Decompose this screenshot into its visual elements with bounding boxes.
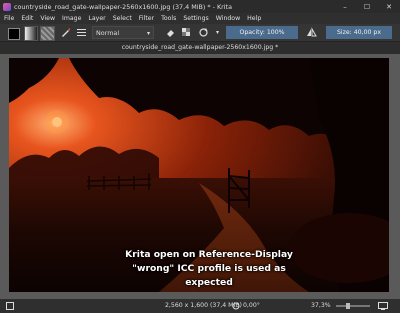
window-controls: – ☐ ✕ [334,0,400,13]
window-title: countryside_road_gate-wallpaper-2560x160… [14,2,232,11]
menu-image[interactable]: Image [62,15,81,22]
chevron-down-icon[interactable]: ▾ [212,27,223,38]
zoom-slider[interactable] [336,305,370,307]
menu-tools[interactable]: Tools [161,15,176,22]
blend-mode-select[interactable]: Normal ▾ [92,26,154,39]
tool-options-bar: Normal ▾ ▾ Opacity: 100% Size: 40,00 px [0,24,400,42]
caption-line-3: expected [185,277,233,288]
title-bar: countryside_road_gate-wallpaper-2560x160… [0,0,400,13]
menu-file[interactable]: File [4,15,14,22]
eraser-icon[interactable] [165,27,176,38]
opacity-label: Opacity: 100% [239,29,285,36]
document-tab[interactable]: countryside_road_gate-wallpaper-2560x160… [0,42,400,54]
status-bar: 2,560 x 1,600 (37,4 MiB) 0,00° 37,3% [0,299,400,313]
canvas-area[interactable]: Krita open on Reference-Display "wrong" … [0,54,400,299]
preserve-alpha-icon[interactable] [181,27,192,38]
menu-layer[interactable]: Layer [88,15,105,22]
reload-preset-icon[interactable] [198,27,209,38]
document-tab-label: countryside_road_gate-wallpaper-2560x160… [121,44,279,51]
menu-help[interactable]: Help [247,15,261,22]
zoom-value[interactable]: 37,3% [311,302,331,309]
caption-line-1: Krita open on Reference-Display [125,249,293,260]
chevron-down-icon: ▾ [146,30,150,37]
canvas-only-icon[interactable] [378,302,388,312]
selection-mode-icon[interactable] [6,302,14,312]
blend-mode-value: Normal [96,29,120,37]
caption-line-2: "wrong" ICC profile is used as [132,263,286,274]
pattern-selector-button[interactable] [40,26,55,41]
rotation-icon[interactable] [232,302,240,312]
opacity-slider[interactable]: Opacity: 100% [226,26,298,39]
mirror-icon[interactable] [306,27,317,38]
krita-logo-icon [3,2,11,11]
brush-size-slider[interactable]: Size: 40,00 px [326,26,392,39]
menu-select[interactable]: Select [113,15,132,22]
rotation-value: 0,00° [243,302,260,309]
menu-window[interactable]: Window [216,15,240,22]
image-canvas[interactable]: Krita open on Reference-Display "wrong" … [9,58,389,292]
brush-settings-icon[interactable] [76,27,87,38]
minimize-button[interactable]: – [334,0,356,13]
gradient-selector-button[interactable] [24,26,38,41]
image-dimensions: 2,560 x 1,600 (37,4 MiB) [165,302,242,309]
brush-size-label: Size: 40,00 px [336,29,382,36]
maximize-button[interactable]: ☐ [356,0,378,13]
menu-filter[interactable]: Filter [139,15,154,22]
menu-edit[interactable]: Edit [21,15,33,22]
menu-view[interactable]: View [40,15,55,22]
close-button[interactable]: ✕ [378,0,400,13]
zoom-slider-handle[interactable] [346,303,350,309]
foreground-color-swatch[interactable] [8,28,20,40]
menu-settings[interactable]: Settings [183,15,208,22]
brush-presets-icon[interactable] [60,27,71,38]
annotation-caption: Krita open on Reference-Display "wrong" … [109,248,309,290]
menu-bar: File Edit View Image Layer Select Filter… [0,13,400,24]
